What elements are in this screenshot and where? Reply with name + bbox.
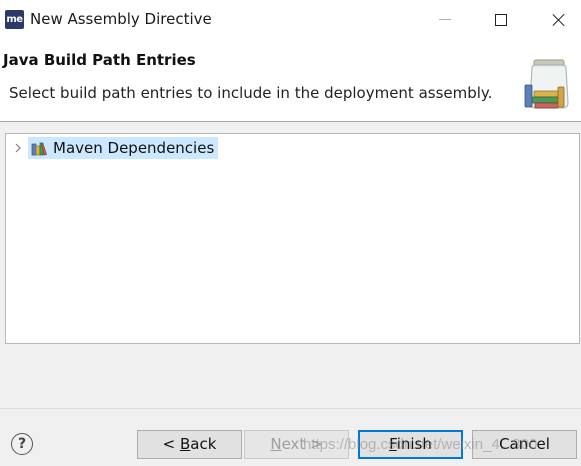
- app-icon: me: [5, 10, 24, 29]
- title-bar: me New Assembly Directive: [0, 0, 581, 39]
- tree-item-maven-dependencies[interactable]: Maven Dependencies: [12, 137, 219, 159]
- next-button[interactable]: Next >: [244, 430, 349, 459]
- close-icon: [552, 13, 566, 27]
- library-icon: [31, 142, 47, 156]
- help-button[interactable]: ?: [11, 433, 33, 455]
- minimize-button[interactable]: [416, 0, 474, 39]
- wizard-header: Java Build Path Entries Select build pat…: [0, 39, 581, 122]
- back-button[interactable]: < Back: [137, 430, 242, 459]
- expand-chevron-icon[interactable]: [12, 137, 24, 159]
- footer-separator: [0, 408, 581, 409]
- minimize-icon: [439, 19, 451, 20]
- tree-item-selection[interactable]: Maven Dependencies: [28, 137, 219, 159]
- jar-library-icon: [524, 59, 569, 109]
- tree-item-label: Maven Dependencies: [53, 139, 215, 157]
- finish-button[interactable]: Finish: [358, 430, 463, 459]
- page-description: Select build path entries to include in …: [9, 84, 493, 102]
- close-button[interactable]: [530, 0, 581, 39]
- window-title: New Assembly Directive: [30, 10, 212, 28]
- maximize-button[interactable]: [472, 0, 530, 39]
- maximize-icon: [495, 13, 507, 26]
- help-icon: ?: [17, 436, 27, 452]
- cancel-button[interactable]: Cancel: [472, 430, 577, 459]
- build-path-tree[interactable]: Maven Dependencies: [5, 133, 580, 344]
- page-title: Java Build Path Entries: [3, 51, 196, 69]
